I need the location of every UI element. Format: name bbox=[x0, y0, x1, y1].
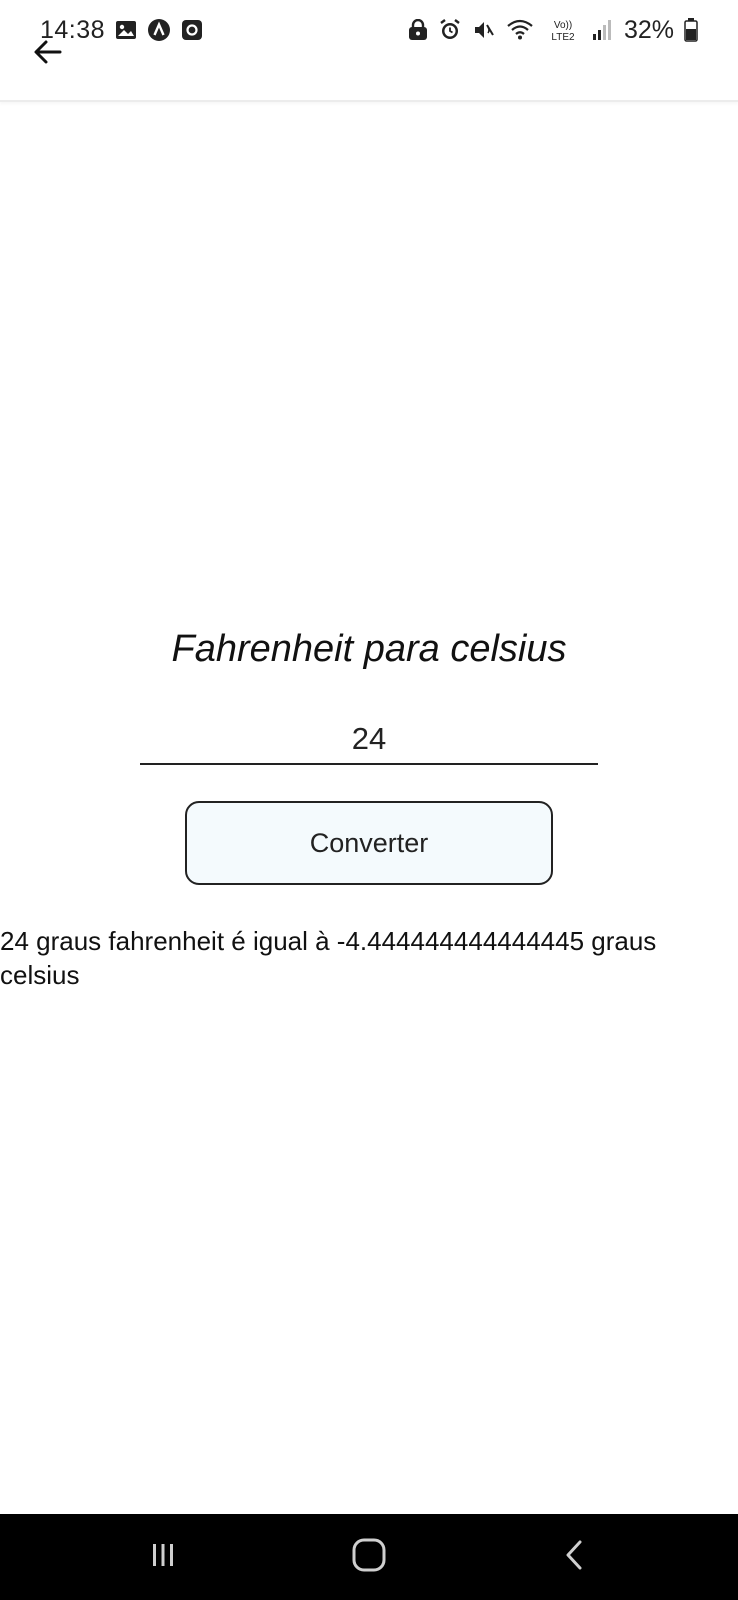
wifi-icon bbox=[506, 19, 534, 41]
app-screen: 14:38 Vo)) LTE2 32% Fahrenheit para cels… bbox=[0, 0, 738, 1600]
mute-icon bbox=[472, 18, 496, 42]
status-bar: 14:38 Vo)) LTE2 32% bbox=[0, 0, 738, 60]
svg-text:Vo)): Vo)) bbox=[554, 20, 572, 31]
recent-apps-icon bbox=[148, 1540, 178, 1575]
gallery-icon bbox=[115, 20, 137, 40]
nav-back-button[interactable] bbox=[535, 1527, 615, 1587]
a-badge-icon bbox=[147, 18, 171, 42]
arrow-left-icon bbox=[32, 36, 64, 73]
back-button[interactable] bbox=[28, 34, 68, 74]
volte-icon: Vo)) LTE2 bbox=[544, 18, 582, 42]
signal-icon bbox=[592, 19, 612, 41]
result-text: 24 graus fahrenheit é igual à -4.4444444… bbox=[0, 926, 657, 990]
battery-icon bbox=[684, 18, 698, 42]
svg-text:LTE2: LTE2 bbox=[551, 32, 575, 42]
navigation-bar bbox=[0, 1514, 738, 1600]
back-icon bbox=[560, 1538, 590, 1577]
page-title: Fahrenheit para celsius bbox=[171, 628, 567, 670]
lock-icon bbox=[408, 19, 428, 41]
battery-percent: 32% bbox=[623, 15, 674, 44]
alarm-icon bbox=[438, 18, 462, 42]
home-icon bbox=[351, 1537, 387, 1578]
status-right: Vo)) LTE2 32% bbox=[408, 16, 698, 45]
convert-button[interactable]: Converter bbox=[185, 801, 553, 885]
record-icon bbox=[181, 19, 203, 41]
fahrenheit-input-wrapper bbox=[140, 715, 598, 765]
recent-apps-button[interactable] bbox=[123, 1527, 203, 1587]
app-header bbox=[0, 40, 738, 102]
fahrenheit-input[interactable] bbox=[140, 715, 598, 763]
home-button[interactable] bbox=[329, 1527, 409, 1587]
